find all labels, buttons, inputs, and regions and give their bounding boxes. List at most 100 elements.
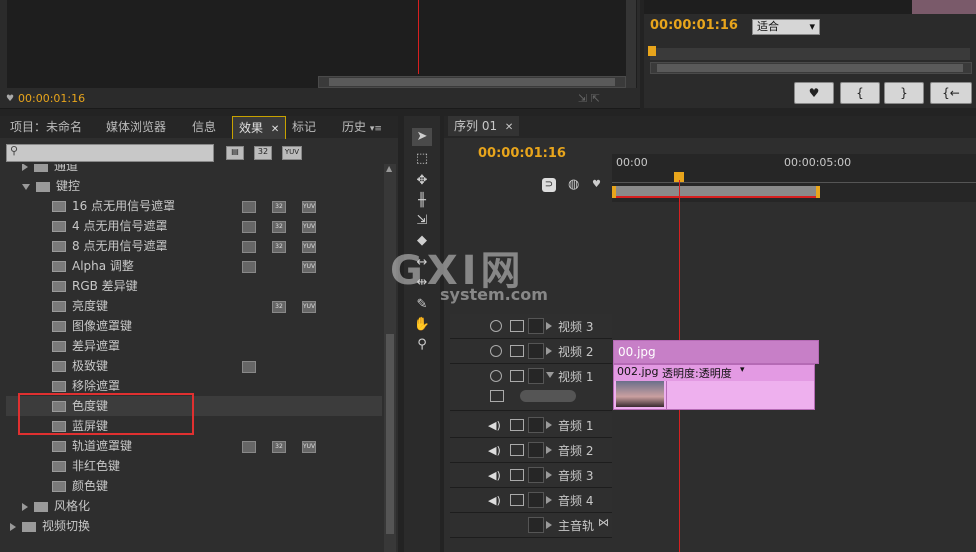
collapse-icon[interactable] [22,183,30,190]
track-lock-toggle[interactable] [528,368,544,384]
accelerated-filter-icon[interactable]: ▤ [226,146,244,160]
ripple-edit-tool-icon[interactable]: ✥ [412,172,432,190]
clip-v1-property[interactable]: 透明度:透明度 [662,365,732,381]
sync-lock-icon[interactable] [510,444,524,456]
timeline-timecode[interactable]: 00:00:01:16 [478,146,566,161]
expand-track-icon[interactable] [546,347,552,355]
rate-stretch-tool-icon[interactable]: ⇲ [412,212,432,230]
eye-icon[interactable] [490,320,502,332]
effect-row[interactable]: 8 点无用信号遮罩 32 YUV [6,236,382,256]
track-lock-toggle[interactable] [528,343,544,359]
clip-v2[interactable]: 00.jpg [613,340,819,364]
source-playhead[interactable] [418,0,419,74]
close-icon[interactable]: ✕ [271,124,279,135]
track-select-tool-icon[interactable]: ⬚ [412,150,432,168]
track-header-video[interactable]: 视频 2 [450,339,612,364]
track-lock-toggle[interactable] [528,517,544,533]
program-scroll-thumb[interactable] [657,64,963,72]
speaker-icon[interactable]: ◀) [488,469,501,482]
work-area-start-handle[interactable] [612,186,616,198]
source-vscroll[interactable] [626,0,636,88]
go-to-in-button[interactable]: {← [930,82,972,104]
zoom-tool-icon[interactable]: ⚲ [412,336,432,354]
selection-tool-icon[interactable]: ➤ [412,128,432,146]
folder-row[interactable]: 视频切换 [6,516,382,536]
scroll-up-icon[interactable]: ▲ [386,164,394,176]
expand-track-icon[interactable] [546,322,552,330]
program-timecode[interactable]: 00:00:01:16 [650,18,738,33]
display-style-icon[interactable] [490,390,504,402]
effect-row[interactable]: 轨道遮罩键 32 YUV [6,436,382,456]
effects-scrollbar[interactable]: ▲ [384,164,396,552]
sync-lock-icon[interactable] [510,419,524,431]
effect-row[interactable]: 图像遮罩键 [6,316,382,336]
expand-icon[interactable] [10,522,16,531]
globe-icon[interactable]: ◍ [568,177,579,192]
clip-v1[interactable]: 002.jpg 透明度:透明度 ▾ [613,364,815,410]
program-scrollbar[interactable] [650,62,972,74]
expand-track-icon[interactable] [546,446,552,454]
expand-track-icon[interactable] [546,372,554,378]
track-lock-toggle[interactable] [528,467,544,483]
tab-effects[interactable]: 效果 ✕ [232,116,287,139]
add-marker-button[interactable]: ♥ [794,82,834,104]
program-ruler[interactable] [650,48,970,60]
mark-out-button[interactable]: } [884,82,924,104]
close-icon[interactable]: ✕ [505,122,513,133]
time-ruler[interactable]: 00:00 00:00:05:00 [612,154,976,202]
effect-row[interactable]: 差异遮罩 [6,336,382,356]
filter-yuv-button[interactable]: YUV [282,146,302,160]
folder-row[interactable]: 通道 [6,164,382,176]
work-area-bar[interactable] [612,186,816,198]
tab-info[interactable]: 信息 [186,116,222,138]
panel-menu-icon[interactable]: ▾≡ [370,124,382,134]
track-header-video[interactable]: 视频 3 [450,314,612,339]
sync-lock-icon[interactable] [510,469,524,481]
eye-icon[interactable] [490,370,502,382]
sync-lock-icon[interactable] [510,345,524,357]
program-playhead[interactable] [648,46,656,56]
expand-track-icon[interactable] [546,521,552,529]
expand-icon[interactable] [22,502,28,511]
track-header-video[interactable]: 视频 1 [450,364,612,411]
track-header-master[interactable]: 主音轨 ⋈ [450,513,612,538]
speaker-icon[interactable]: ◀) [488,419,501,432]
expand-icon[interactable] [22,164,28,171]
snap-icon[interactable]: ⊃ [542,178,556,192]
mark-in-button[interactable]: { [840,82,880,104]
track-lock-toggle[interactable] [528,318,544,334]
effect-row[interactable]: 极致键 [6,356,382,376]
tab-project[interactable]: 项目：未命名 [4,116,88,138]
hand-tool-icon[interactable]: ✋ [412,316,432,334]
effect-row[interactable]: 颜色键 [6,476,382,496]
effect-row[interactable]: RGB 差异键 [6,276,382,296]
zoom-select[interactable]: 适合 ▾ [752,19,820,35]
source-timecode[interactable]: 00:00:01:16 [18,92,85,105]
eye-icon[interactable] [490,345,502,357]
effect-row[interactable]: 亮度键 32 YUV [6,296,382,316]
effect-row[interactable]: Alpha 调整 YUV [6,256,382,276]
rolling-edit-tool-icon[interactable]: ╫ [412,192,432,210]
chevron-down-icon[interactable]: ▾ [740,365,745,375]
tab-markers[interactable]: 标记 [286,116,322,138]
source-scrollbar[interactable] [318,76,626,88]
folder-row[interactable]: 键控 [6,176,382,196]
filter-32-bit-button[interactable]: 32 [254,146,272,160]
track-header-audio[interactable]: ◀) 音频 2 [450,438,612,463]
effect-row[interactable]: 16 点无用信号遮罩 32 YUV [6,196,382,216]
source-export-icon[interactable]: ⇲ ⇱ [578,92,600,105]
effects-scroll-thumb[interactable] [386,334,394,534]
sync-lock-icon[interactable] [510,370,524,382]
marker-icon[interactable]: ♥ [592,179,601,190]
expand-track-icon[interactable] [546,421,552,429]
effect-row[interactable]: 非红色键 [6,456,382,476]
expand-track-icon[interactable] [546,496,552,504]
effect-row[interactable]: 4 点无用信号遮罩 32 YUV [6,216,382,236]
work-area-end-handle[interactable] [816,186,820,198]
tab-sequence[interactable]: 序列 01 ✕ [448,116,520,136]
speaker-icon[interactable]: ◀) [488,494,501,507]
track-header-audio[interactable]: ◀) 音频 1 [450,413,612,438]
folder-row[interactable]: 风格化 [6,496,382,516]
track-lock-toggle[interactable] [528,492,544,508]
speaker-icon[interactable]: ◀) [488,444,501,457]
